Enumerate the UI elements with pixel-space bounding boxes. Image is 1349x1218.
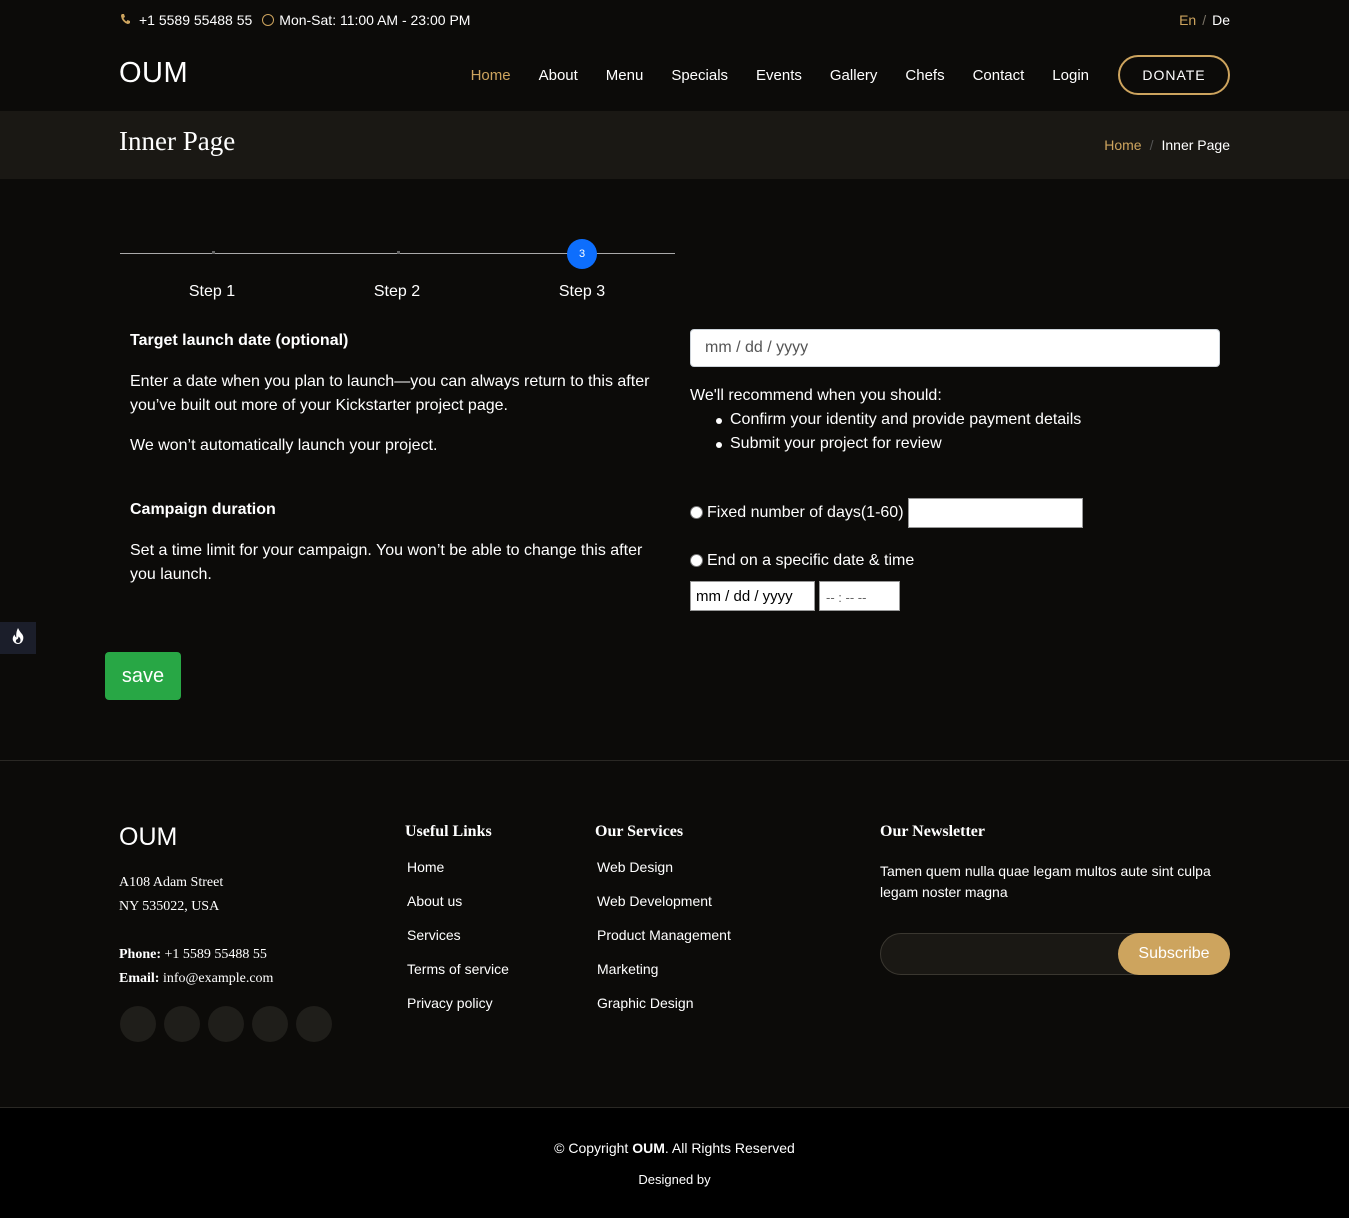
page-title: Inner Page xyxy=(119,126,236,156)
donate-button[interactable]: DONATE xyxy=(1118,55,1230,95)
service-link[interactable]: Graphic Design xyxy=(597,995,731,1029)
main-nav: Home About Menu Specials Events Gallery … xyxy=(443,67,1089,84)
nav-menu[interactable]: Menu xyxy=(606,67,644,84)
flame-icon xyxy=(10,627,26,650)
end-time-input[interactable]: -- : -- -- xyxy=(819,581,900,611)
phone-value: +1 5589 55488 55 xyxy=(161,947,267,962)
copyright-prefix: © Copyright xyxy=(554,1140,633,1156)
recommend-list: Confirm your identity and provide paymen… xyxy=(690,408,1081,456)
facebook-icon[interactable] xyxy=(164,1006,200,1042)
step-2-label[interactable]: Step 2 xyxy=(357,283,437,301)
step-1-label[interactable]: Step 1 xyxy=(172,283,252,301)
skype-icon[interactable] xyxy=(252,1006,288,1042)
service-link[interactable]: Web Design xyxy=(597,859,731,893)
newsletter-text: Tamen quem nulla quae legam multos aute … xyxy=(880,863,1211,900)
launch-date-input[interactable]: mm / dd / yyyy xyxy=(690,329,1220,367)
phone-label: Phone: xyxy=(119,947,161,962)
linkedin-icon[interactable] xyxy=(296,1006,332,1042)
footer-logo[interactable]: OUM xyxy=(119,823,177,852)
site-logo[interactable]: OUM xyxy=(119,57,188,90)
useful-links-title: Useful Links xyxy=(405,823,492,840)
footer-link[interactable]: Services xyxy=(407,927,509,961)
service-link[interactable]: Marketing xyxy=(597,961,731,995)
email-value: info@example.com xyxy=(159,971,274,986)
duration-title: Campaign duration xyxy=(130,501,276,518)
fixed-days-radio[interactable] xyxy=(690,506,703,519)
duration-description: Set a time limit for your campaign. You … xyxy=(130,542,643,583)
social-links xyxy=(120,1006,340,1042)
nav-login[interactable]: Login xyxy=(1052,67,1089,84)
nav-chefs[interactable]: Chefs xyxy=(905,67,944,84)
launch-title: Target launch date (optional) xyxy=(130,332,349,349)
fixed-days-label[interactable]: Fixed number of days(1-60) xyxy=(707,504,904,522)
breadcrumb: Home / Inner Page xyxy=(1104,137,1230,153)
nav-about[interactable]: About xyxy=(539,67,578,84)
header: OUM Home About Menu Specials Events Gall… xyxy=(0,40,1349,111)
phone-icon xyxy=(120,13,131,28)
breadcrumb-section: Inner Page Home / Inner Page xyxy=(0,111,1349,179)
recommend-item: Submit your project for review xyxy=(690,432,1081,456)
top-phone: +1 5589 55488 55 xyxy=(139,12,253,28)
save-button[interactable]: save xyxy=(105,652,181,700)
step-2-marker[interactable] xyxy=(397,251,400,254)
footer-link[interactable]: About us xyxy=(407,893,509,927)
footer-contact: Phone: +1 5589 55488 55 Email: info@exam… xyxy=(119,943,273,991)
service-link[interactable]: Web Development xyxy=(597,893,731,927)
breadcrumb-current: Inner Page xyxy=(1161,137,1231,153)
footer-address: A108 Adam Street NY 535022, USA xyxy=(119,871,223,919)
services-list: Web Design Web Development Product Manag… xyxy=(597,859,731,1029)
top-hours: Mon-Sat: 11:00 AM - 23:00 PM xyxy=(279,12,471,28)
side-panel-toggle[interactable] xyxy=(0,622,36,654)
newsletter-title: Our Newsletter xyxy=(880,823,985,840)
top-bar: +1 5589 55488 55 Mon-Sat: 11:00 AM - 23:… xyxy=(0,0,1349,40)
services-title: Our Services xyxy=(595,823,684,840)
step-3-marker[interactable]: 3 xyxy=(567,239,597,269)
breadcrumb-separator: / xyxy=(1149,137,1154,153)
nav-gallery[interactable]: Gallery xyxy=(830,67,878,84)
recommend-title: We'll recommend when you should: xyxy=(690,387,942,404)
copyright-text: © Copyright OUM. All Rights Reserved xyxy=(0,1140,1349,1156)
address-line: NY 535022, USA xyxy=(119,899,220,914)
end-date-input[interactable]: mm / dd / yyyy xyxy=(690,581,815,611)
copyright-brand: OUM xyxy=(632,1140,665,1156)
copyright-suffix: . All Rights Reserved xyxy=(664,1140,795,1156)
footer-link[interactable]: Terms of service xyxy=(407,961,509,995)
designed-by: Designed by xyxy=(638,1172,711,1187)
lang-separator: / xyxy=(1202,12,1207,28)
newsletter-email-input[interactable]: Subscribe xyxy=(880,933,1230,975)
email-label: Email: xyxy=(119,971,160,986)
step-3-label[interactable]: Step 3 xyxy=(542,283,622,301)
footer-link[interactable]: Privacy policy xyxy=(407,995,509,1029)
top-contact: +1 5589 55488 55 Mon-Sat: 11:00 AM - 23:… xyxy=(120,12,470,28)
end-date-radio[interactable] xyxy=(690,554,703,567)
copyright-bar: © Copyright OUM. All Rights Reserved Des… xyxy=(0,1107,1349,1218)
stepper: 3 Step 1 Step 2 Step 3 xyxy=(120,238,675,308)
step-1-marker[interactable] xyxy=(212,251,215,254)
footer-phone: Phone: +1 5589 55488 55 xyxy=(119,943,273,967)
footer: OUM A108 Adam Street NY 535022, USA Phon… xyxy=(0,760,1349,1108)
instagram-icon[interactable] xyxy=(208,1006,244,1042)
subscribe-button[interactable]: Subscribe xyxy=(1118,933,1230,975)
nav-contact[interactable]: Contact xyxy=(973,67,1025,84)
address-line: A108 Adam Street xyxy=(119,875,224,890)
launch-note: We won’t automatically launch your proje… xyxy=(130,437,438,454)
days-input[interactable] xyxy=(908,498,1083,528)
recommendation-block: We'll recommend when you should: Confirm… xyxy=(690,384,1081,456)
language-switcher: En / De xyxy=(1179,12,1230,28)
twitter-icon[interactable] xyxy=(120,1006,156,1042)
service-link[interactable]: Product Management xyxy=(597,927,731,961)
nav-specials[interactable]: Specials xyxy=(671,67,728,84)
clock-icon xyxy=(262,14,275,26)
recommend-item: Confirm your identity and provide paymen… xyxy=(690,408,1081,432)
footer-email: Email: info@example.com xyxy=(119,967,273,991)
breadcrumb-home[interactable]: Home xyxy=(1104,137,1141,153)
nav-home[interactable]: Home xyxy=(471,67,511,84)
nav-events[interactable]: Events xyxy=(756,67,802,84)
lang-en[interactable]: En xyxy=(1179,12,1196,28)
useful-links-list: Home About us Services Terms of service … xyxy=(407,859,509,1029)
end-date-label[interactable]: End on a specific date & time xyxy=(707,552,914,570)
footer-link[interactable]: Home xyxy=(407,859,509,893)
lang-de[interactable]: De xyxy=(1212,12,1230,28)
launch-description: Enter a date when you plan to launch—you… xyxy=(130,373,650,414)
